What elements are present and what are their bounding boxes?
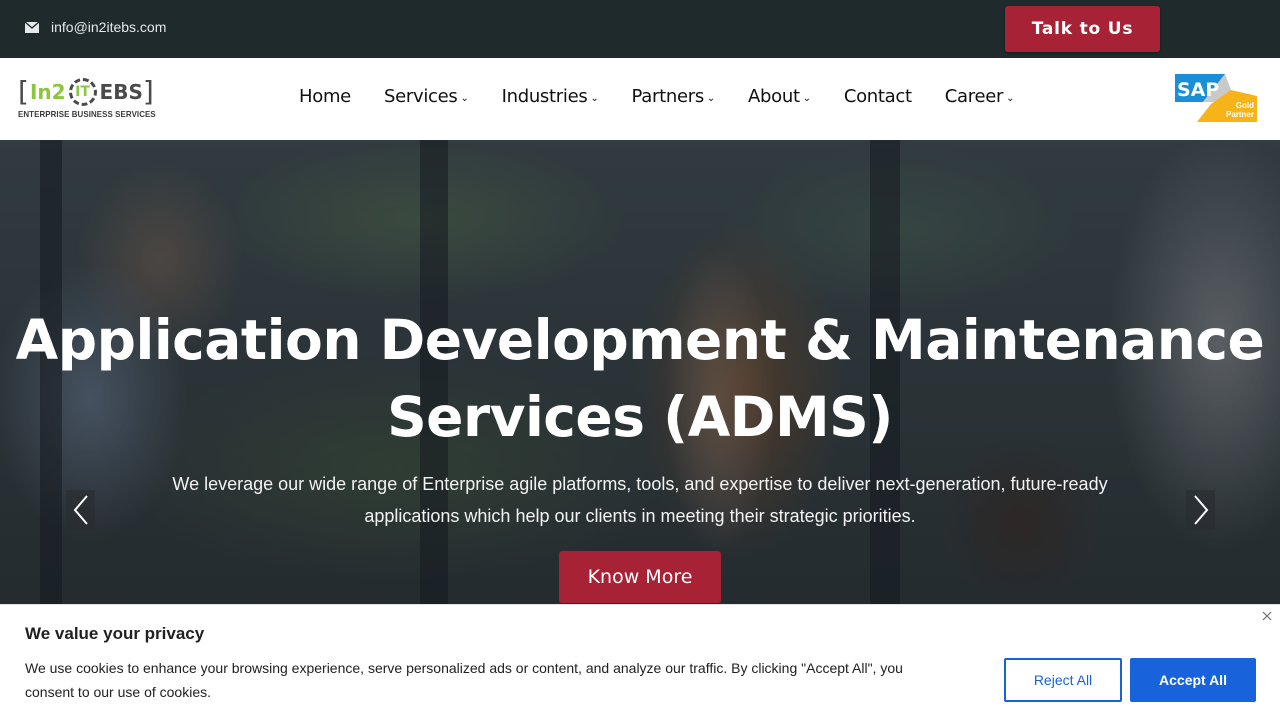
company-logo[interactable]: [ In2 IT EBS ] ENTERPRISE BUSINESS SERVI…	[18, 76, 160, 124]
cookie-consent-banner: We value your privacy We use cookies to …	[0, 604, 1280, 720]
chevron-left-icon	[73, 495, 88, 525]
nav-item-home[interactable]: Home	[299, 86, 351, 107]
slider-next-button[interactable]	[1186, 490, 1215, 530]
sap-brand-text: SAP	[1177, 79, 1219, 101]
chevron-right-icon	[1193, 495, 1208, 525]
reject-all-button[interactable]: Reject All	[1004, 658, 1122, 702]
nav-label: Career	[944, 86, 1004, 107]
logo-in2: In2	[29, 80, 66, 104]
chevron-down-icon: ⌄	[1006, 93, 1015, 104]
envelope-icon	[25, 21, 39, 33]
sap-gold-partner-badge[interactable]: SAP Gold Partner	[1175, 74, 1257, 124]
logo-bracket-open: [	[18, 75, 29, 108]
hero-subtitle: We leverage our wide range of Enterprise…	[172, 474, 1108, 526]
nav-item-partners[interactable]: Partners ⌄	[632, 86, 716, 107]
cookie-title: We value your privacy	[25, 624, 205, 643]
nav-item-career[interactable]: Career ⌄	[944, 86, 1015, 107]
main-navbar: [ In2 IT EBS ] ENTERPRISE BUSINESS SERVI…	[0, 58, 1280, 140]
hero-title: Application Development & Maintenance Se…	[15, 308, 1265, 449]
email-address[interactable]: info@in2itebs.com	[51, 19, 166, 35]
sap-partner-text: Partner	[1226, 110, 1254, 119]
hero-slider: Application Development & Maintenance Se…	[0, 140, 1280, 610]
close-icon	[1262, 611, 1272, 621]
logo-ebs: EBS	[99, 80, 143, 104]
chevron-down-icon: ⌄	[706, 93, 716, 104]
nav-item-industries[interactable]: Industries ⌄	[502, 86, 599, 107]
nav-label: Home	[299, 86, 351, 107]
logo-tagline: ENTERPRISE BUSINESS SERVICES	[18, 109, 156, 119]
nav-item-services[interactable]: Services ⌄	[384, 86, 469, 107]
email-contact[interactable]: info@in2itebs.com	[25, 19, 166, 35]
primary-menu: Home Services ⌄ Industries ⌄ Partners ⌄ …	[299, 86, 1047, 107]
nav-label: Services	[383, 86, 458, 107]
nav-label: Industries	[501, 86, 588, 107]
nav-label: Contact	[843, 86, 912, 107]
nav-label: Partners	[631, 86, 705, 107]
logo-it-circle: IT	[68, 78, 97, 106]
logo-bracket-close: ]	[142, 75, 154, 108]
cookie-close-button[interactable]	[1259, 608, 1275, 624]
slider-prev-button[interactable]	[66, 490, 95, 530]
top-bar: info@in2itebs.com Talk to Us	[0, 0, 1280, 58]
accept-all-button[interactable]: Accept All	[1130, 658, 1256, 702]
nav-item-contact[interactable]: Contact	[844, 86, 912, 107]
chevron-down-icon: ⌄	[590, 93, 599, 104]
nav-label: About	[748, 86, 800, 107]
talk-to-us-button[interactable]: Talk to Us	[1005, 6, 1160, 52]
sap-gold-text: Gold	[1236, 101, 1254, 110]
cookie-description: We use cookies to enhance your browsing …	[25, 660, 903, 700]
know-more-button[interactable]: Know More	[559, 551, 721, 603]
nav-item-about[interactable]: About ⌄	[748, 86, 811, 107]
chevron-down-icon: ⌄	[802, 93, 811, 104]
chevron-down-icon: ⌄	[460, 93, 469, 104]
